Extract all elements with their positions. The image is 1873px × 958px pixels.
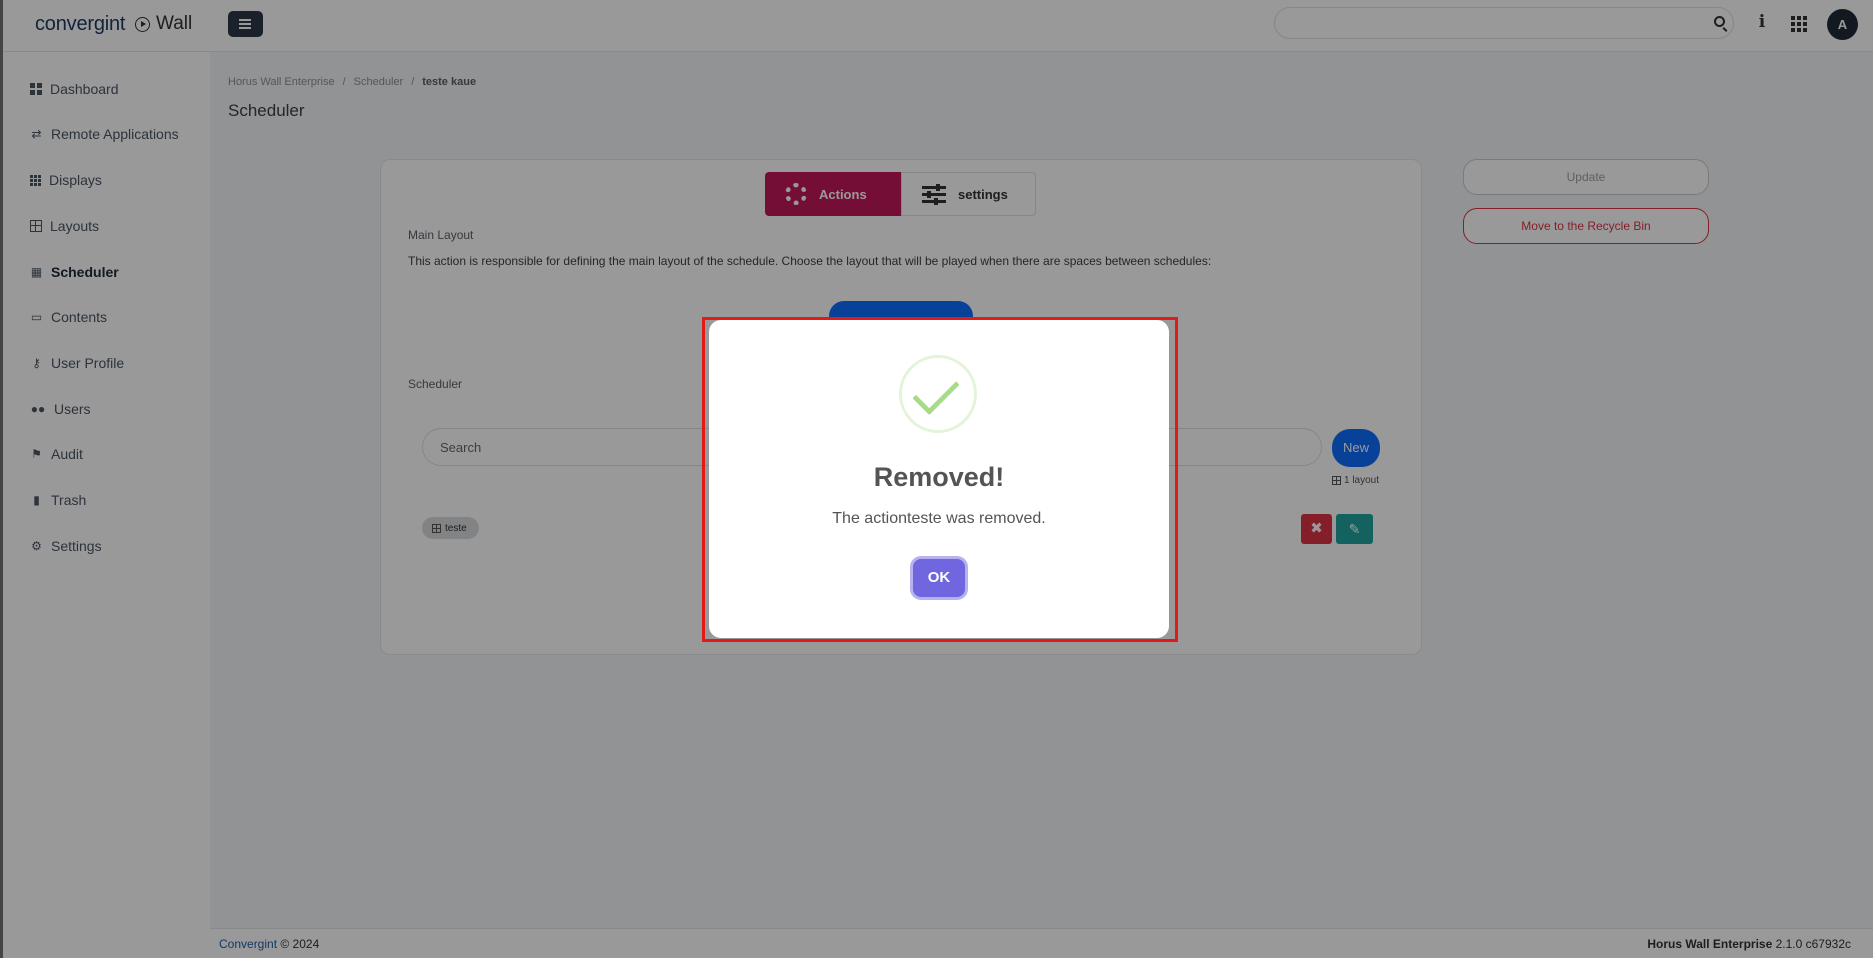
dialog-title: Removed! bbox=[873, 462, 1005, 492]
dialog-message: The actionteste was removed. bbox=[832, 510, 1046, 527]
window-edge bbox=[0, 0, 3, 958]
success-check-icon bbox=[899, 355, 977, 433]
ok-button[interactable]: OK bbox=[913, 559, 965, 597]
